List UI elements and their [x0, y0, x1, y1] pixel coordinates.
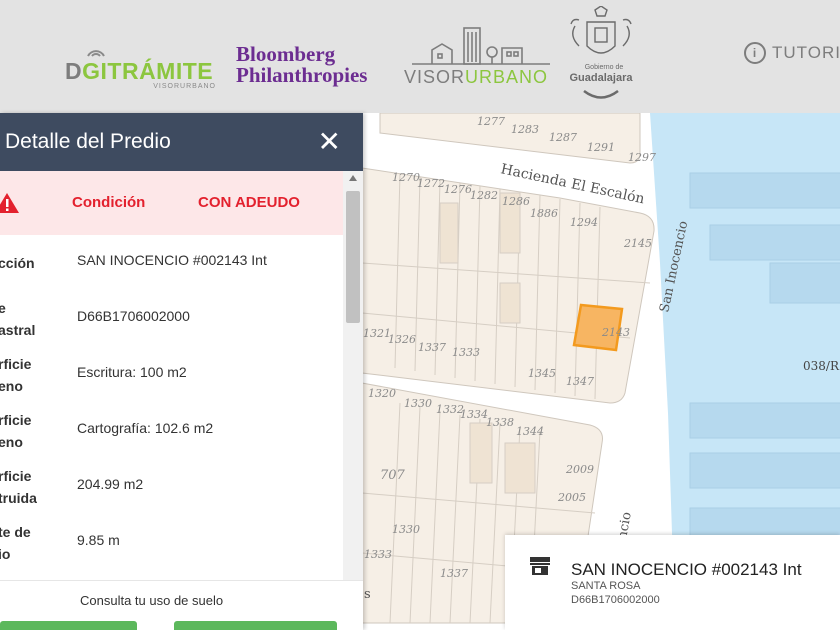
scroll-thumb[interactable]	[346, 191, 360, 323]
detail-row-land-area-carto: rficie eno Cartografía: 102.6 m2	[0, 403, 343, 459]
skyline-icon	[412, 27, 550, 65]
lot-number: 1294	[570, 216, 598, 229]
lot-number: 1283	[511, 123, 539, 136]
row-value: Escritura: 100 m2	[77, 364, 187, 380]
panel-footer: Consulta tu uso de suelo	[0, 580, 363, 630]
lot-number: 1282	[470, 189, 498, 202]
land-use-prompt: Consulta tu uso de suelo	[80, 593, 224, 608]
detail-row-address: cción SAN INOCENCIO #002143 Int	[0, 235, 343, 291]
header-bar: DGITRÁMITE VISORURBANO Bloomberg Philant…	[0, 0, 840, 113]
row-label: cción	[0, 255, 35, 271]
lot-number: 1277	[477, 115, 505, 128]
lot-number: 1272	[417, 177, 445, 190]
row-value: D66B1706002000	[77, 308, 190, 324]
coat-of-arms-icon	[570, 6, 632, 54]
lot-number: 1286	[502, 195, 530, 208]
card-code: D66B1706002000	[571, 594, 660, 606]
row-value: 204.99 m2	[77, 476, 144, 492]
property-info-card[interactable]: SAN INOCENCIO #002143 Int SANTA ROSA D66…	[505, 535, 840, 630]
lot-number: 1338	[486, 416, 514, 429]
digitramite-logo[interactable]: DGITRÁMITE VISORURBANO	[65, 44, 220, 94]
lot-number: 1333	[452, 346, 480, 359]
lot-number: 1320	[368, 387, 396, 400]
panel-header: Detalle del Predio ✕	[0, 113, 363, 171]
lot-number: 707	[380, 468, 406, 483]
row-value: Cartografía: 102.6 m2	[77, 420, 214, 436]
land-use-button-left[interactable]	[0, 621, 137, 630]
smile-icon	[583, 89, 619, 99]
lot-number: 1330	[392, 523, 420, 536]
row-label: rficie eno	[0, 356, 32, 394]
digitramite-sub: VISORURBANO	[153, 83, 216, 90]
visorurbano-wordmark: VISORURBANO	[404, 67, 549, 87]
lot-number: 1334	[460, 408, 488, 421]
lot-number: 1347	[566, 375, 594, 388]
detail-row-cadastral: e astral D66B1706002000	[0, 291, 343, 347]
detail-rows: cción SAN INOCENCIO #002143 Int e astral…	[0, 235, 343, 571]
row-value: 9.85 m	[77, 532, 120, 548]
lot-number: 1276	[444, 183, 472, 196]
lot-number: 1337	[418, 341, 446, 354]
store-icon	[530, 557, 550, 575]
digitramite-wordmark: DGITRÁMITE	[65, 58, 214, 84]
row-label: rficie eno	[0, 412, 32, 450]
lot-number: 1345	[528, 367, 556, 380]
warning-icon	[0, 193, 19, 213]
bloomberg-logo[interactable]: Bloomberg Philanthropies	[236, 44, 367, 86]
tutorial-link[interactable]: i TUTORI	[744, 42, 840, 64]
tutorial-label: TUTORI	[772, 43, 840, 62]
panel-title: Detalle del Predio	[5, 130, 171, 153]
row-label: rficie truida	[0, 468, 37, 506]
lot-number: 1333	[364, 548, 392, 561]
property-detail-panel: Detalle del Predio ✕ Condición CON ADEUD…	[0, 113, 363, 630]
card-neighborhood: SANTA ROSA	[571, 580, 641, 592]
guadalajara-logo[interactable]: Gobierno de Guadalajara	[565, 6, 637, 104]
lot-number: 1270	[392, 171, 420, 184]
panel-scrollbar[interactable]	[343, 171, 363, 580]
row-value: SAN INOCENCIO #002143 Int	[77, 252, 267, 268]
condition-value: CON ADEUDO	[198, 194, 300, 211]
row-label: e astral	[0, 300, 36, 338]
lot-number: 1287	[549, 131, 577, 144]
lot-number: 1330	[404, 397, 432, 410]
lot-number: 2009	[565, 463, 594, 476]
detail-row-built-area: rficie truida 204.99 m2	[0, 459, 343, 515]
land-use-button-right[interactable]	[174, 621, 337, 630]
lot-number: 2145	[623, 237, 652, 250]
street-label: s	[364, 587, 371, 602]
scroll-up-arrow-icon[interactable]	[349, 175, 357, 181]
lot-number: 2143	[601, 326, 630, 339]
street-label: 038/R	[803, 359, 840, 373]
info-icon: i	[744, 42, 766, 64]
wifi-icon	[87, 50, 105, 57]
lot-number: 1886	[530, 207, 558, 220]
detail-row-frontage: te de io 9.85 m	[0, 515, 343, 571]
lot-number: 2005	[557, 491, 586, 504]
lot-number: 1326	[388, 333, 416, 346]
card-title: SAN INOCENCIO #002143 Int	[571, 560, 802, 579]
row-label: te de io	[0, 524, 31, 562]
status-row: Condición CON ADEUDO	[0, 171, 343, 235]
condition-label: Condición	[72, 194, 146, 211]
lot-number: 1297	[628, 151, 656, 164]
close-button[interactable]: ✕	[318, 128, 341, 156]
visorurbano-logo[interactable]: VISORURBANO	[404, 22, 550, 92]
detail-row-land-area-deed: rficie eno Escritura: 100 m2	[0, 347, 343, 403]
lot-number: 1337	[440, 567, 468, 580]
lot-number: 1291	[587, 141, 615, 154]
lot-number: 1321	[363, 327, 391, 340]
lot-number: 1344	[516, 425, 544, 438]
